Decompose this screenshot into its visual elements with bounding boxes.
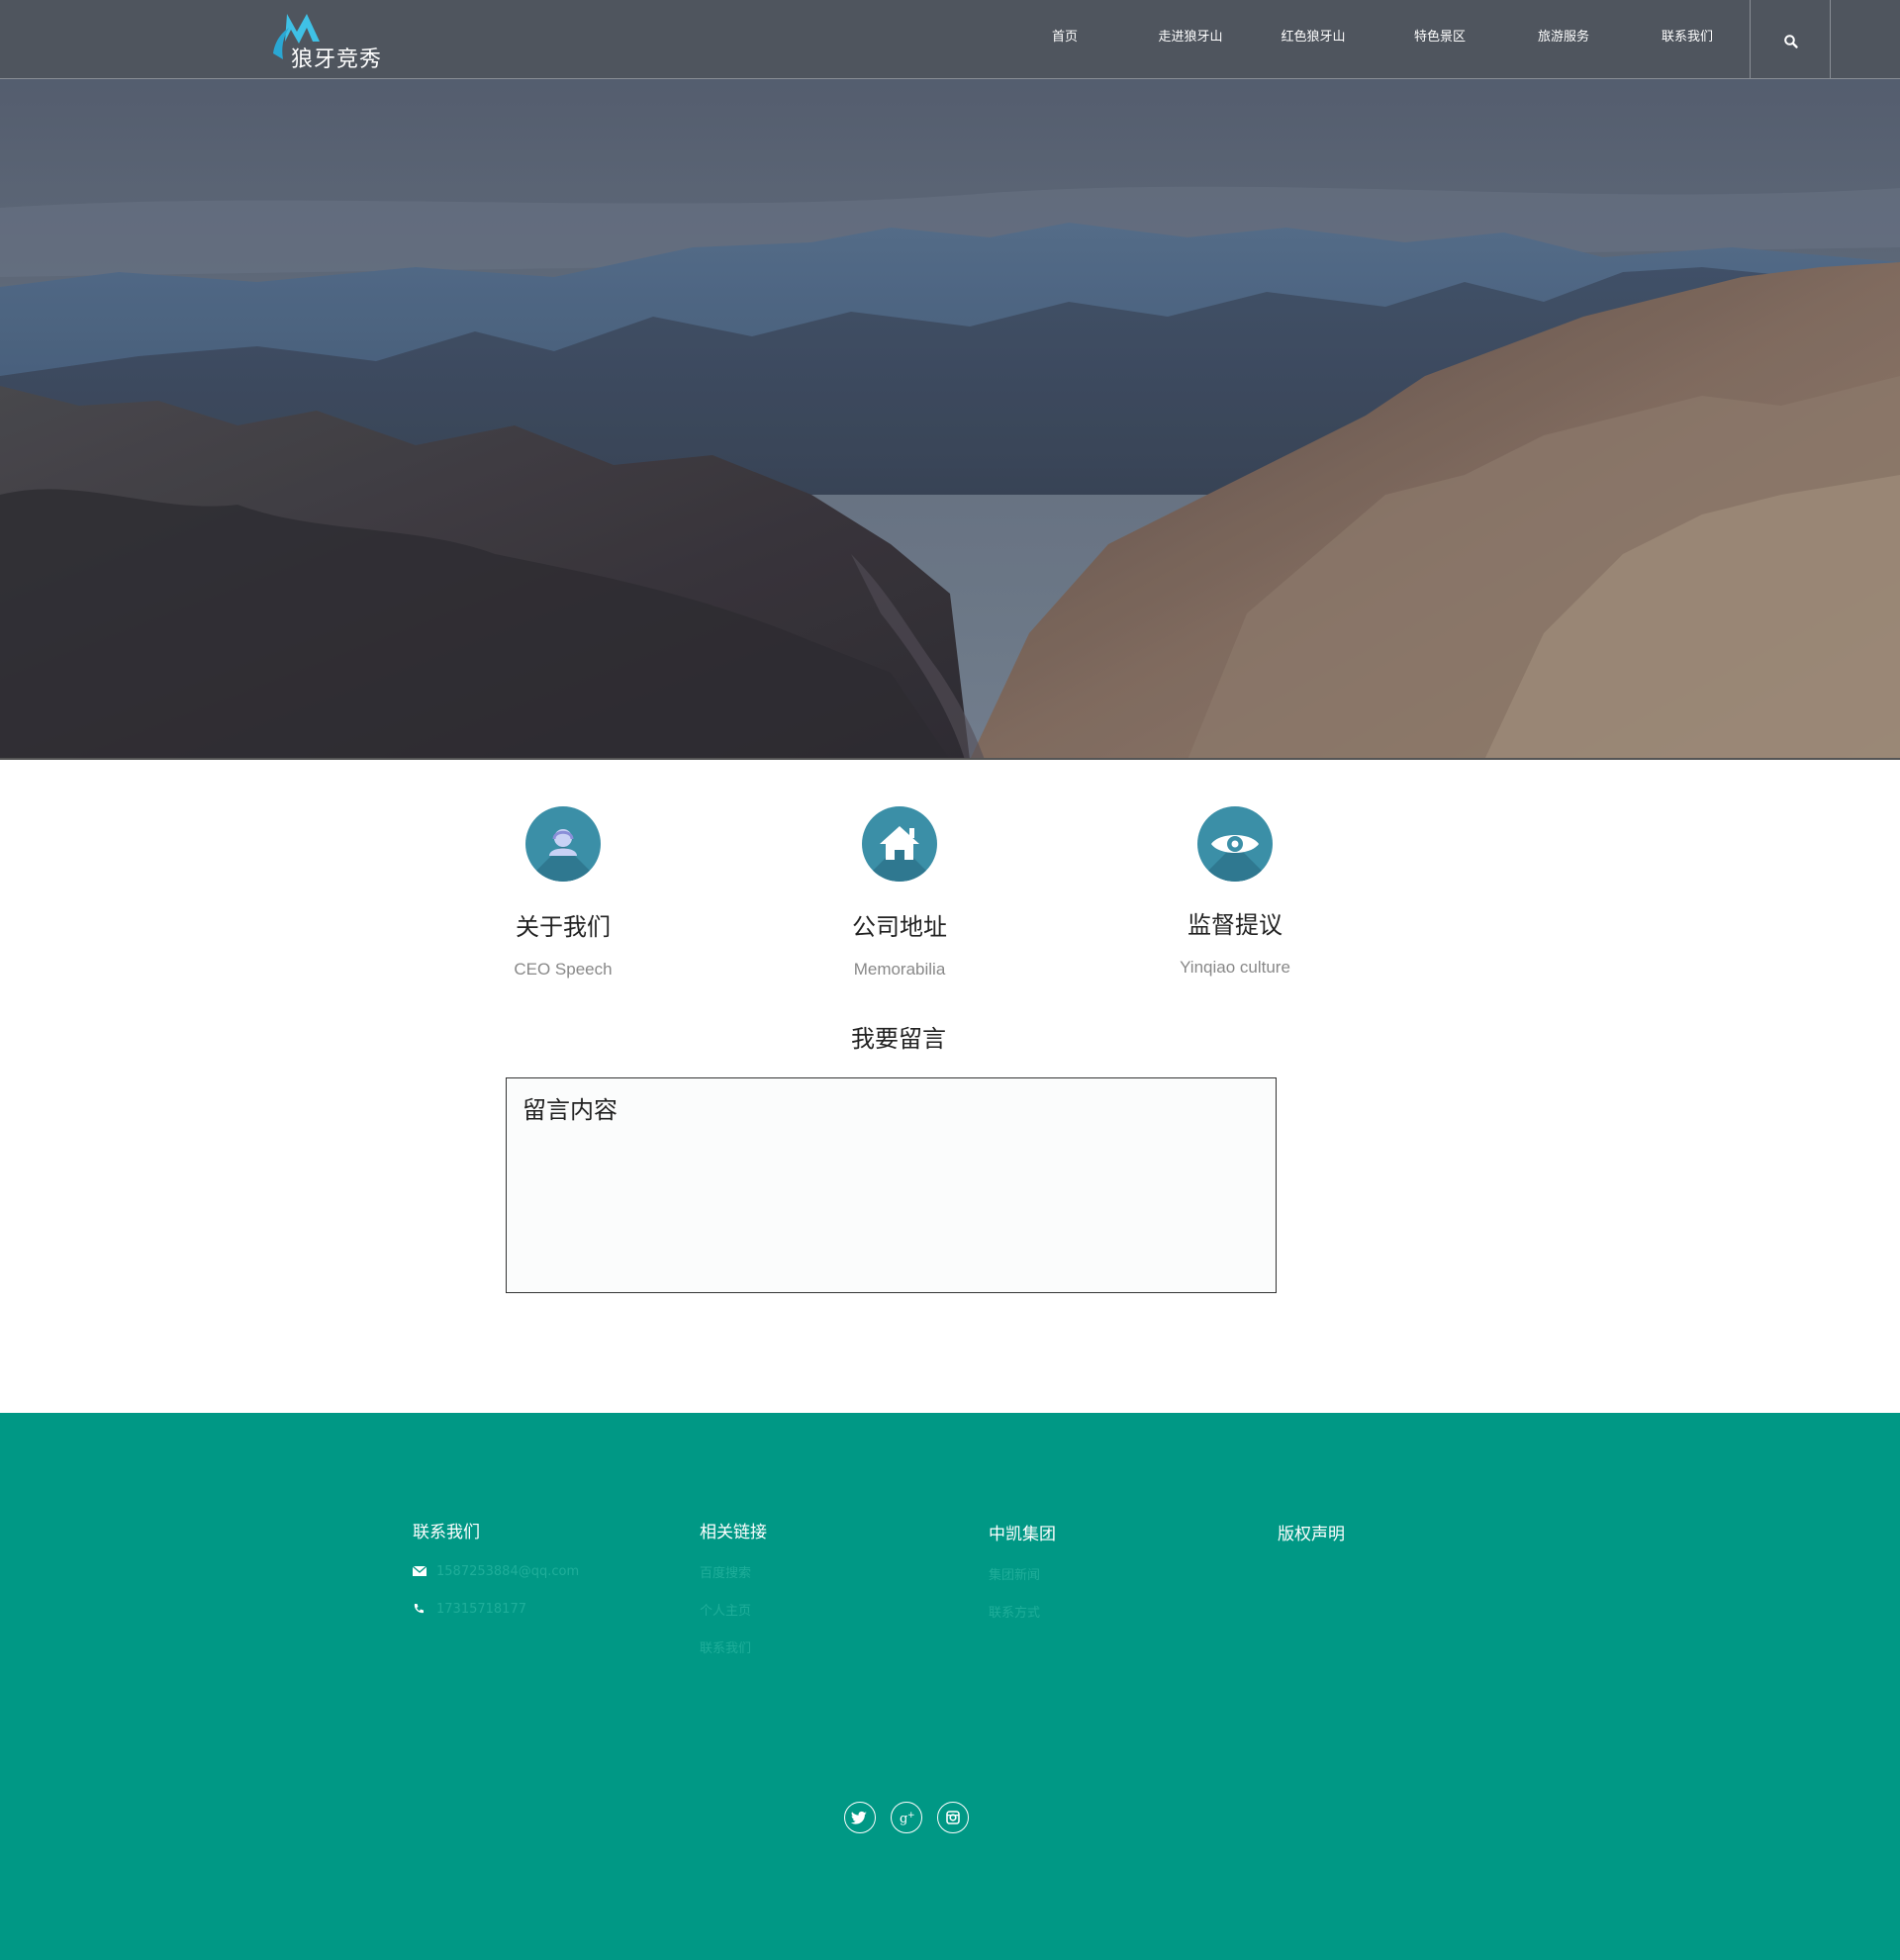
mountain-landscape-image	[0, 79, 1900, 758]
footer-contact-title: 联系我们	[413, 1523, 480, 1542]
google-plus-button[interactable]: g +	[891, 1802, 922, 1833]
home-icon-badge	[862, 806, 937, 882]
envelope-icon	[413, 1566, 427, 1576]
feature-title: 监督提议	[1188, 911, 1282, 939]
site-header: 狼牙竞秀 首页 走进狼牙山 红色狼牙山 特色景区 旅游服务 联系我们	[0, 0, 1900, 79]
google-plus-icon: g +	[900, 1811, 915, 1826]
search-icon	[1784, 35, 1798, 48]
message-section-title: 我要留言	[851, 1025, 946, 1053]
footer-group-column: 中凯集团 集团新闻 联系方式	[989, 1520, 1246, 1621]
footer-contact-column: 联系我们 1587253884@qq.com 17315718177	[413, 1518, 670, 1618]
footer-link-group-contact[interactable]: 联系方式	[989, 1602, 1246, 1621]
logo-text: 狼牙竞秀	[291, 47, 383, 72]
feature-company-address[interactable]: 公司地址 Memorabilia	[801, 806, 998, 980]
feature-subtitle: CEO Speech	[514, 960, 613, 979]
site-footer: 联系我们 1587253884@qq.com 17315718177 相关链接 …	[0, 1413, 1900, 1960]
eye-icon	[1211, 835, 1259, 853]
feature-supervision[interactable]: 监督提议 Yinqiao culture	[1136, 806, 1334, 978]
twitter-icon	[850, 1811, 867, 1824]
footer-copyright-column: 版权声明	[1278, 1520, 1535, 1544]
footer-link-baidu[interactable]: 百度搜索	[700, 1562, 957, 1581]
nav-red-mountain[interactable]: 红色狼牙山	[1281, 26, 1345, 45]
feature-title: 关于我们	[516, 913, 611, 941]
feature-subtitle: Yinqiao culture	[1180, 958, 1290, 977]
site-logo[interactable]: 狼牙竞秀	[265, 8, 394, 72]
footer-group-title: 中凯集团	[989, 1525, 1056, 1544]
user-icon	[549, 829, 577, 856]
footer-phone[interactable]: 17315718177	[413, 1600, 670, 1618]
nav-travel-service[interactable]: 旅游服务	[1538, 26, 1589, 45]
footer-links-title: 相关链接	[700, 1523, 767, 1542]
feature-subtitle: Memorabilia	[853, 960, 946, 979]
nav-about-mountain[interactable]: 走进狼牙山	[1158, 26, 1222, 45]
eye-icon-badge	[1197, 806, 1273, 882]
footer-email[interactable]: 1587253884@qq.com	[413, 1562, 670, 1580]
user-icon-badge	[525, 806, 601, 882]
hero-banner	[0, 79, 1900, 760]
footer-copyright-title[interactable]: 版权声明	[1278, 1520, 1535, 1544]
home-icon	[880, 826, 919, 860]
footer-link-homepage[interactable]: 个人主页	[700, 1600, 957, 1619]
instagram-icon	[946, 1811, 960, 1824]
footer-links-column: 相关链接 百度搜索 个人主页 联系我们	[700, 1518, 957, 1656]
nav-contact[interactable]: 联系我们	[1662, 26, 1713, 45]
message-textarea[interactable]	[506, 1077, 1277, 1293]
phone-icon	[414, 1604, 424, 1614]
svg-text:+: +	[907, 1811, 915, 1820]
search-button[interactable]	[1750, 0, 1831, 79]
footer-link-contact[interactable]: 联系我们	[700, 1637, 957, 1656]
nav-scenic-spots[interactable]: 特色景区	[1414, 26, 1466, 45]
twitter-button[interactable]	[844, 1802, 876, 1833]
footer-phone-text: 17315718177	[436, 1601, 526, 1617]
instagram-button[interactable]	[937, 1802, 969, 1833]
footer-email-text: 1587253884@qq.com	[436, 1563, 580, 1579]
feature-about-us[interactable]: 关于我们 CEO Speech	[464, 806, 662, 980]
nav-home[interactable]: 首页	[1052, 26, 1078, 45]
feature-title: 公司地址	[852, 913, 947, 941]
footer-link-group-news[interactable]: 集团新闻	[989, 1564, 1246, 1583]
